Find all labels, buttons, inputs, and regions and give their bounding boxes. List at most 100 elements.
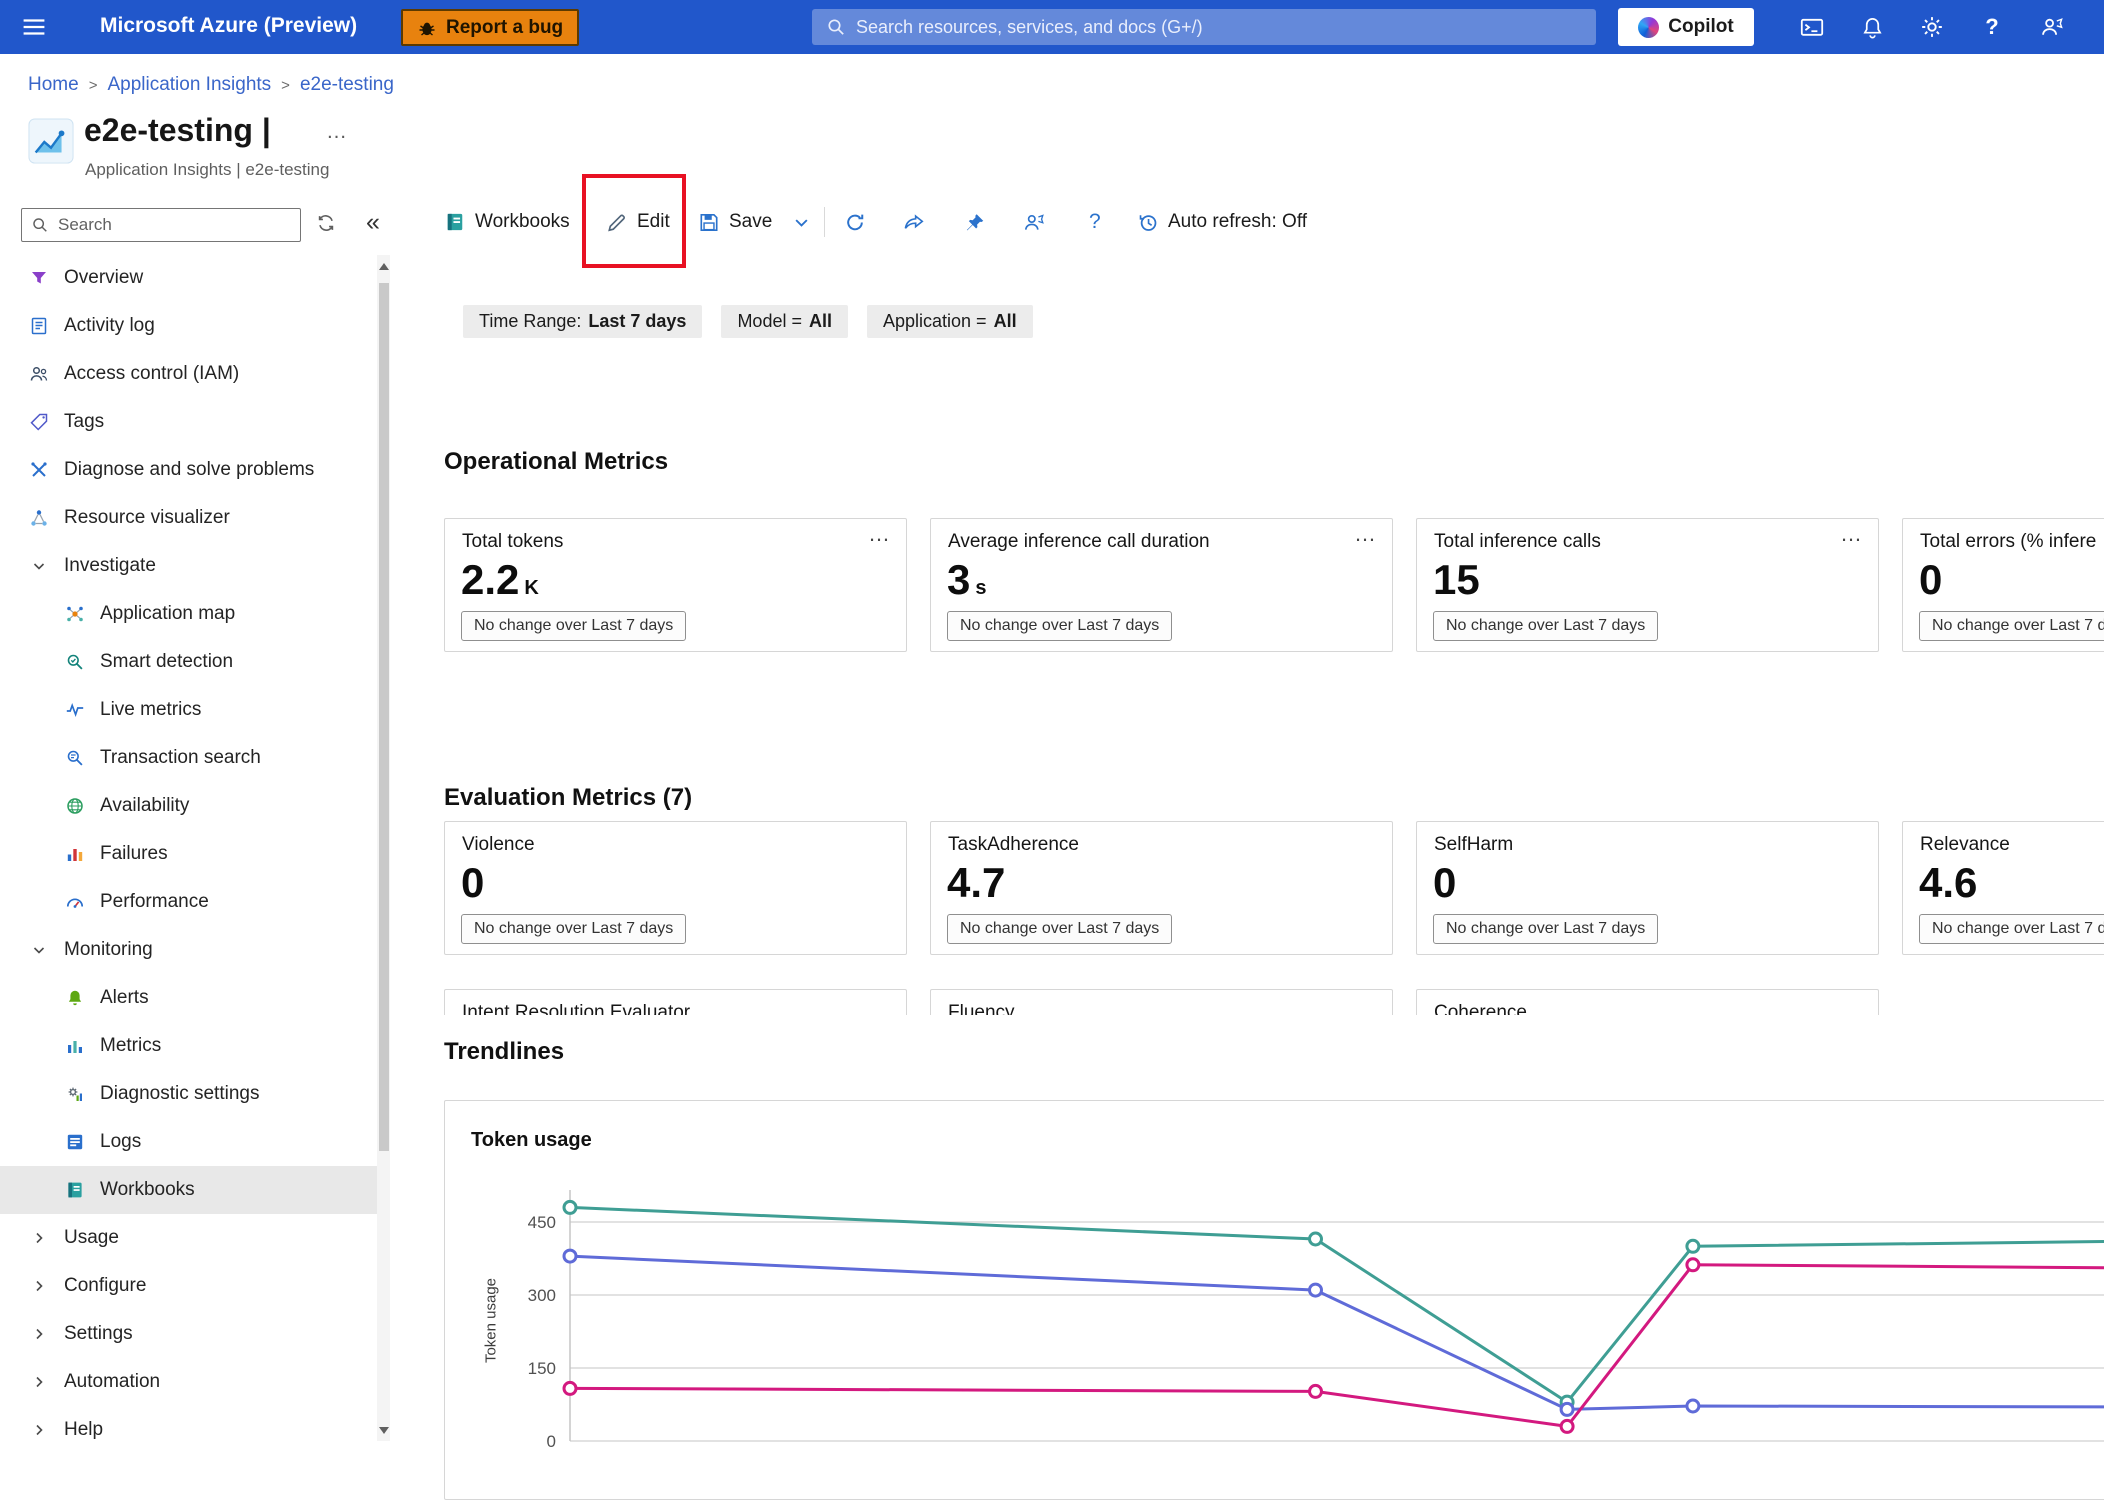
sidebar-refresh-icon[interactable] [315, 211, 339, 235]
sidebar-item-overview[interactable]: Overview [0, 254, 377, 302]
scrollbar-thumb[interactable] [379, 283, 389, 1151]
resource-menu-sidebar: « Overview Activity log Access control (… [0, 198, 412, 1441]
section-operational-metrics: Operational Metrics [444, 448, 668, 476]
diagnostic-settings-icon [64, 1083, 86, 1105]
scrollbar-down-arrow[interactable] [377, 1421, 390, 1439]
metric-card-value: 4.6 [1919, 862, 1977, 904]
metric-card-title: Average inference call duration [948, 531, 1210, 553]
sidebar-search-input[interactable] [58, 215, 291, 235]
feedback-icon[interactable] [2032, 7, 2072, 47]
breadcrumb-application-insights[interactable]: Application Insights [107, 74, 271, 96]
feedback-person-icon [1023, 211, 1045, 233]
sidebar-group-automation[interactable]: Automation [0, 1358, 377, 1406]
global-search[interactable] [812, 9, 1596, 45]
history-clock-icon [1137, 211, 1159, 233]
metric-card-title: Intent Resolution Evaluator [462, 1002, 690, 1015]
global-search-input[interactable] [856, 17, 1582, 38]
feedback-button[interactable] [1023, 196, 1045, 248]
sidebar-item-access-control[interactable]: Access control (IAM) [0, 350, 377, 398]
token-usage-chart: 0150300450 [470, 1150, 2104, 1441]
cloud-shell-icon[interactable] [1792, 7, 1832, 47]
sidebar-item-resource-visualizer[interactable]: Resource visualizer [0, 494, 377, 542]
sidebar-item-metrics[interactable]: Metrics [0, 1022, 377, 1070]
metric-card-value: 0 [1433, 862, 1456, 904]
evaluation-cards-clipped-row: Intent Resolution Evaluator Fluency Cohe… [0, 989, 2104, 1015]
application-filter[interactable]: Application =All [867, 305, 1033, 338]
question-mark-icon: ? [1089, 210, 1101, 234]
card-menu-ellipsis[interactable]: … [1840, 521, 1864, 547]
app-title: Microsoft Azure (Preview) [100, 14, 357, 38]
help-icon[interactable]: ? [1972, 7, 2012, 47]
save-button[interactable]: Save [698, 196, 772, 248]
failures-chart-icon [64, 843, 86, 865]
settings-gear-icon[interactable] [1912, 7, 1952, 47]
save-dropdown-chevron[interactable] [790, 196, 812, 248]
scrollbar-up-arrow[interactable] [377, 257, 390, 275]
sidebar-item-logs[interactable]: Logs [0, 1118, 377, 1166]
sidebar-item-smart-detection[interactable]: Smart detection [0, 638, 377, 686]
activity-log-icon [28, 315, 50, 337]
sidebar-group-help[interactable]: Help [0, 1406, 377, 1454]
sidebar-item-activity-log[interactable]: Activity log [0, 302, 377, 350]
copilot-button[interactable]: Copilot [1618, 8, 1754, 46]
metric-trend-badge: No change over Last 7 days [461, 914, 686, 944]
open-share-button[interactable] [903, 196, 925, 248]
title-overflow-ellipsis[interactable]: … [326, 120, 349, 144]
sidebar-item-transaction-search[interactable]: Transaction search [0, 734, 377, 782]
card-menu-ellipsis[interactable]: … [1354, 521, 1378, 547]
metric-card-value: 0 [461, 862, 484, 904]
sidebar-item-application-map[interactable]: Application map [0, 590, 377, 638]
metric-card-total-errors: Total errors (% infere 0 No change over … [1902, 518, 2104, 652]
sidebar-item-diagnostic-settings[interactable]: Diagnostic settings [0, 1070, 377, 1118]
metric-trend-badge: No change over Last 7 days [1919, 611, 2104, 641]
breadcrumb: Home > Application Insights > e2e-testin… [28, 74, 394, 96]
sidebar-item-failures[interactable]: Failures [0, 830, 377, 878]
sidebar-group-monitoring[interactable]: Monitoring [0, 926, 377, 974]
sidebar-item-live-metrics[interactable]: Live metrics [0, 686, 377, 734]
sidebar-group-investigate[interactable]: Investigate [0, 542, 377, 590]
metric-card-selfharm: SelfHarm 0 No change over Last 7 days [1416, 821, 1879, 955]
workbook-help-button[interactable]: ? [1089, 196, 1101, 248]
sidebar-group-settings[interactable]: Settings [0, 1310, 377, 1358]
sidebar-scrollbar[interactable] [377, 255, 390, 1441]
availability-globe-icon [64, 795, 86, 817]
save-floppy-icon [698, 211, 720, 233]
metric-trend-badge: No change over Last 7 days [947, 611, 1172, 641]
sidebar-group-usage[interactable]: Usage [0, 1214, 377, 1262]
metric-card-value: 3s [947, 559, 986, 601]
auto-refresh-control[interactable]: Auto refresh: Off [1137, 196, 1307, 248]
sidebar-search-box[interactable] [21, 208, 301, 242]
refresh-button[interactable] [844, 196, 866, 248]
metric-card-coherence: Coherence [1416, 989, 1879, 1015]
live-metrics-pulse-icon [64, 699, 86, 721]
metric-card-value: 2.2K [461, 559, 539, 601]
tags-icon [28, 411, 50, 433]
pin-button[interactable] [964, 196, 986, 248]
sidebar-group-configure[interactable]: Configure [0, 1262, 377, 1310]
report-a-bug-button[interactable]: Report a bug [401, 9, 579, 46]
hamburger-menu-button[interactable] [14, 8, 54, 46]
breadcrumb-separator: > [89, 77, 98, 94]
chevron-down-icon [28, 939, 50, 961]
metric-card-title: Fluency [948, 1002, 1015, 1015]
sidebar-nav: Overview Activity log Access control (IA… [0, 254, 377, 1454]
sidebar-item-performance[interactable]: Performance [0, 878, 377, 926]
time-range-filter[interactable]: Time Range:Last 7 days [463, 305, 702, 338]
chevron-right-icon [28, 1419, 50, 1441]
model-filter[interactable]: Model =All [721, 305, 848, 338]
logs-icon [64, 1131, 86, 1153]
breadcrumb-home[interactable]: Home [28, 74, 79, 96]
sidebar-collapse-button[interactable]: « [358, 205, 388, 239]
sidebar-item-diagnose[interactable]: Diagnose and solve problems [0, 446, 377, 494]
notifications-bell-icon[interactable] [1852, 7, 1892, 47]
sidebar-item-tags[interactable]: Tags [0, 398, 377, 446]
card-menu-ellipsis[interactable]: … [868, 521, 892, 547]
sidebar-item-availability[interactable]: Availability [0, 782, 377, 830]
sidebar-item-workbooks[interactable]: Workbooks [0, 1166, 377, 1214]
diagnose-tools-icon [28, 459, 50, 481]
edit-button[interactable]: Edit [606, 196, 670, 248]
breadcrumb-e2e-testing[interactable]: e2e-testing [300, 74, 394, 96]
metric-card-fluency: Fluency [930, 989, 1393, 1015]
toolbar-divider [824, 207, 825, 237]
metric-card-taskadherence: TaskAdherence 4.7 No change over Last 7 … [930, 821, 1393, 955]
